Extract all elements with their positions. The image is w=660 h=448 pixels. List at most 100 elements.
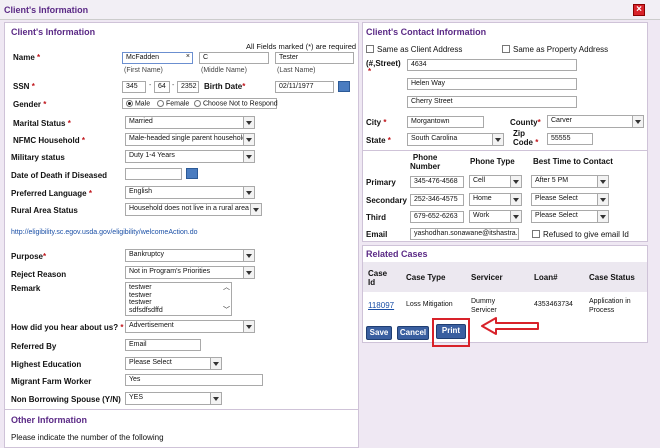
remark-line: testwer [129,291,152,299]
close-icon[interactable]: × [633,4,645,16]
primary-phone-label: Primary [366,178,396,187]
first-name-caption: (First Name) [124,67,163,74]
military-status-select[interactable]: Duty 1-4 Years [125,150,255,163]
primary-best-time-select[interactable]: After 5 PM [531,175,609,188]
state-label: State * [366,136,391,145]
ssn-dash-1: - [149,82,152,89]
same-as-client-checkbox[interactable] [366,45,374,53]
hear-about-select[interactable]: Advertisement [125,320,255,333]
preferred-language-select[interactable]: English [125,186,255,199]
zip-code-input[interactable]: 55555 [547,133,593,145]
non-borrowing-spouse-select[interactable]: YES [125,392,222,405]
gender-option-no-response[interactable]: Choose Not to Respond [194,100,278,107]
contact-info-panel [362,22,648,242]
remark-line: testwer [129,284,152,291]
servicer-cell: Dummy Servicer [471,298,497,314]
highest-education-select[interactable]: Please Select [125,357,222,370]
scroll-up-icon[interactable]: ︿ [223,284,230,292]
gender-option-female[interactable]: Female [157,100,189,107]
window-title: Client's Information [4,5,89,15]
city-label: City * [366,118,387,127]
secondary-phone-type-select[interactable]: Home [469,193,522,206]
middle-name-input[interactable]: C [199,52,269,64]
migrant-worker-label: Migrant Farm Worker [11,377,92,386]
name-label: Name * [13,53,41,62]
reject-reason-label: Reject Reason [11,270,67,279]
print-button[interactable]: Print [436,324,466,339]
case-type-cell: Loss Mitigation [406,301,453,308]
birth-date-input[interactable]: 02/11/1977 [275,81,334,93]
refused-email-checkbox[interactable] [532,230,540,238]
same-as-property-checkbox[interactable] [502,45,510,53]
ssn-dash-2: - [172,82,175,89]
secondary-best-time-select[interactable]: Please Select [531,193,609,206]
loan-number-header: Loan# [534,273,558,282]
secondary-phone-label: Secondary [366,196,407,205]
referred-by-input[interactable]: Email [125,339,201,351]
chevron-down-icon [243,134,254,145]
primary-phone-type-select[interactable]: Cell [469,175,522,188]
address-line1-input[interactable]: 4634 [407,59,577,71]
ssn-part2-input[interactable]: 64 [154,81,170,93]
highest-education-label: Highest Education [11,360,82,369]
first-name-input[interactable]: McFadden × [122,52,193,64]
date-of-death-input[interactable] [125,168,182,180]
birth-date-label: Birth Date* [204,82,246,91]
save-button[interactable]: Save [366,326,392,340]
last-name-input[interactable]: Tester [275,52,354,64]
address-line3-input[interactable]: Cherry Street [407,96,577,108]
contact-divider [363,150,647,151]
third-phone-input[interactable]: 679-652-6263 [410,211,464,223]
remark-line: testwer [129,299,152,306]
calendar-icon[interactable] [338,81,350,92]
marital-status-select[interactable]: Married [125,116,255,129]
gender-option-male[interactable]: Male [126,100,150,107]
client-section-title: Client's Information [11,27,96,37]
calendar-icon[interactable] [186,168,198,179]
related-cases-title: Related Cases [366,249,428,259]
chevron-down-icon [243,117,254,128]
case-status-header: Case Status [589,273,635,282]
required-note: All Fields marked (*) are required [246,42,357,51]
purpose-select[interactable]: Bankruptcy [125,249,255,262]
cancel-button[interactable]: Cancel [397,326,429,340]
purpose-label: Purpose* [11,252,47,261]
remark-label: Remark [11,284,41,293]
case-id-link[interactable]: 118097 [368,301,394,310]
loan-number-cell: 4353463734 [534,301,573,308]
address-line2-input[interactable]: Helen Way [407,78,577,90]
county-select[interactable]: Carver [547,115,644,128]
nfmc-household-select[interactable]: Male-headed single parent household [125,133,255,146]
other-prompt: Please indicate the number of the follow… [11,433,164,442]
third-phone-label: Third [366,213,386,222]
hear-about-label: How did you hear about us? * [11,323,124,332]
primary-phone-input[interactable]: 345-476-4568 [410,176,464,188]
email-input[interactable]: yashodhan.sonawane@itshastra.c [410,228,519,240]
scroll-down-icon[interactable]: ﹀ [223,307,230,315]
chevron-down-icon [632,116,643,127]
rural-area-label: Rural Area Status [11,206,78,215]
gender-label: Gender * [13,100,47,109]
street-label: (#,Street) [366,59,401,68]
rural-area-select[interactable]: Household does not live in a rural area [125,203,262,216]
chevron-down-icon [250,204,261,215]
ssn-part1-input[interactable]: 345 [122,81,146,93]
third-best-time-select[interactable]: Please Select [531,210,609,223]
reject-reason-select[interactable]: Not in Program's Priorities [125,266,255,279]
chevron-down-icon [510,194,521,205]
state-select[interactable]: South Carolina [407,133,504,146]
eligibility-link[interactable]: http://eligibility.sc.egov.usda.gov/elig… [11,229,198,236]
chevron-down-icon [243,250,254,261]
city-input[interactable]: Morgantown [407,116,484,128]
date-of-death-label: Date of Death if Diseased [11,171,108,180]
remark-textarea[interactable]: testwer testwer testwer sdfsdfsdffd ︿ ﹀ [125,282,232,316]
third-phone-type-select[interactable]: Work [469,210,522,223]
ssn-part3-input[interactable]: 2352 [177,81,199,93]
radio-icon [126,100,133,107]
migrant-worker-input[interactable]: Yes [125,374,263,386]
non-borrowing-spouse-label: Non Borrowing Spouse (Y/N) [11,395,121,404]
chevron-down-icon [597,176,608,187]
chevron-down-icon [243,187,254,198]
secondary-phone-input[interactable]: 252-346-4575 [410,194,464,206]
best-time-header: Best Time to Contact [533,157,613,166]
